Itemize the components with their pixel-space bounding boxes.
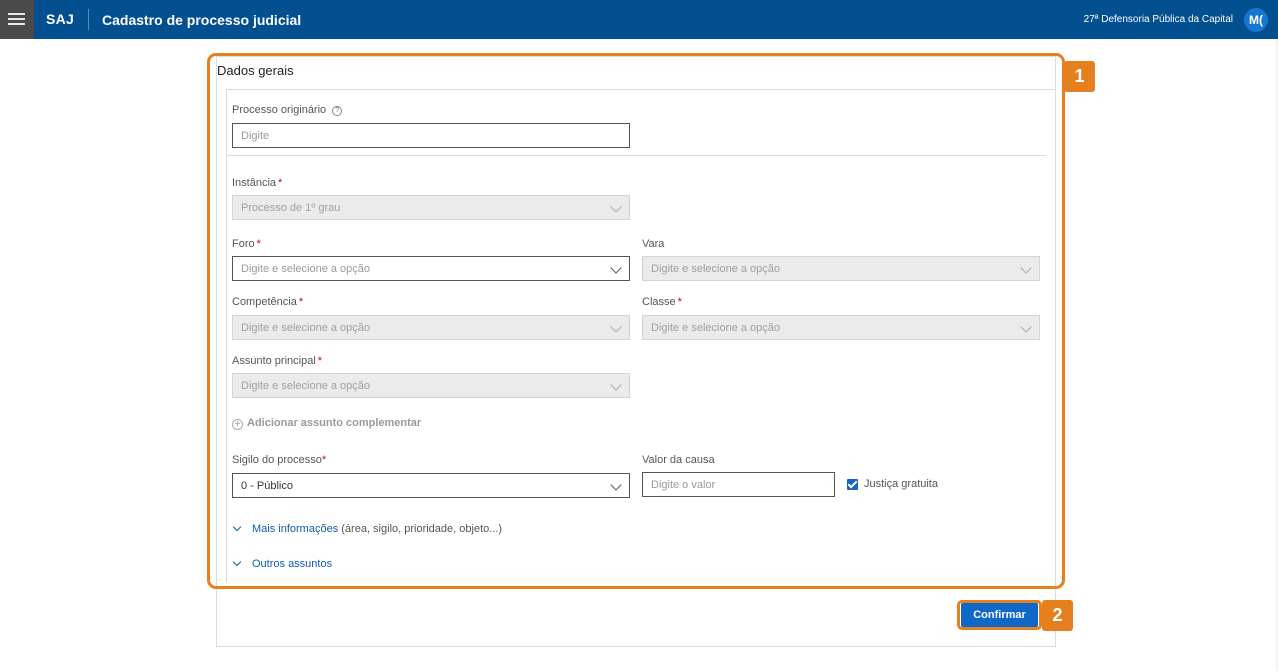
highlight-box-form: [207, 53, 1065, 589]
hamburger-menu-icon[interactable]: [0, 0, 34, 39]
office-name[interactable]: 27ª Defensoria Pública da Capital: [1084, 14, 1233, 25]
top-bar: SAJ Cadastro de processo judicial 27ª De…: [0, 0, 1278, 39]
step-badge-2: 2: [1042, 600, 1073, 631]
step-badge-1: 1: [1064, 61, 1095, 92]
brand-logo[interactable]: SAJ: [46, 11, 74, 27]
header-divider: [88, 9, 89, 30]
user-avatar[interactable]: M(: [1244, 8, 1268, 32]
highlight-box-confirm: [957, 600, 1042, 630]
page-title: Cadastro de processo judicial: [102, 12, 302, 28]
